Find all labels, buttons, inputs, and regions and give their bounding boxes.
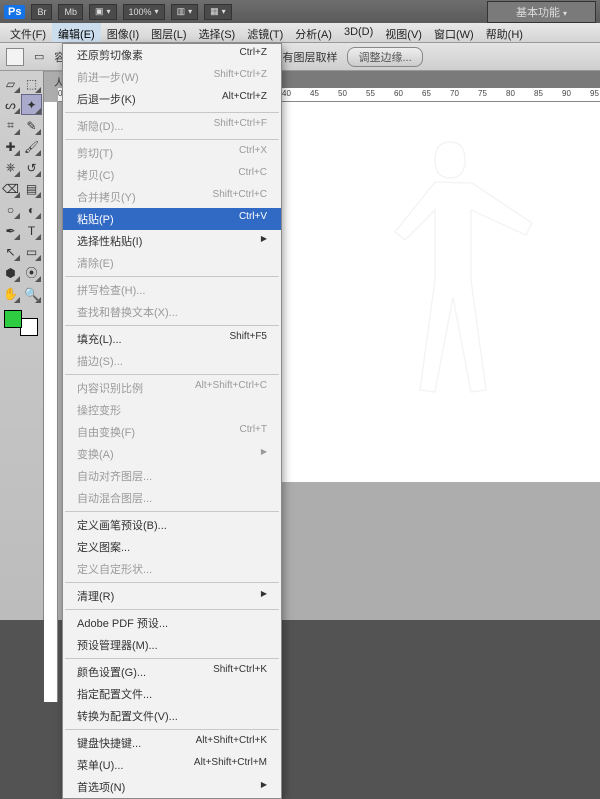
menu-9[interactable]: 窗口(W) xyxy=(428,23,480,42)
ruler-mark: 75 xyxy=(478,89,487,98)
lasso-tool[interactable]: ᔕ xyxy=(0,94,21,115)
menu-7[interactable]: 3D(D) xyxy=(338,23,379,42)
arrange-dropdown[interactable]: ▥ xyxy=(171,4,199,20)
refine-edge-button[interactable]: 调整边缘... xyxy=(347,47,422,67)
menuitem-前进一步(W): 前进一步(W)Shift+Ctrl+Z xyxy=(63,66,281,88)
menu-8[interactable]: 视图(V) xyxy=(379,23,428,42)
menuitem-拷贝(C): 拷贝(C)Ctrl+C xyxy=(63,164,281,186)
menuitem-查找和替换文本(X)...: 查找和替换文本(X)... xyxy=(63,301,281,323)
menu-6[interactable]: 分析(A) xyxy=(289,23,338,42)
edit-menu-dropdown: 还原剪切像素Ctrl+Z前进一步(W)Shift+Ctrl+Z后退一步(K)Al… xyxy=(62,43,282,799)
title-bar: Ps Br Mb ▣ 100% ▥ ▦ 基本功能 xyxy=(0,0,600,23)
menu-4[interactable]: 选择(S) xyxy=(193,23,242,42)
menuitem-预设管理器(M)...[interactable]: 预设管理器(M)... xyxy=(63,634,281,656)
menuitem-首选项(N)[interactable]: 首选项(N) xyxy=(63,776,281,798)
tool-preset-icon[interactable] xyxy=(6,48,24,66)
menu-5[interactable]: 滤镜(T) xyxy=(241,23,289,42)
menuitem-粘贴(P)[interactable]: 粘贴(P)Ctrl+V xyxy=(63,208,281,230)
zoom-dropdown[interactable]: 100% xyxy=(123,4,165,20)
stamp-tool[interactable]: ⎈ xyxy=(0,157,21,178)
menu-3[interactable]: 图层(L) xyxy=(145,23,192,42)
toolbox: ▱⬚ᔕ✦⌗✎✚🖌⎈↺⌫▤○◐✒T↖▭⬢⦿✋🔍 xyxy=(0,71,44,620)
ruler-mark: 65 xyxy=(422,89,431,98)
menuitem-描边(S)...: 描边(S)... xyxy=(63,350,281,372)
menu-2[interactable]: 图像(I) xyxy=(101,23,145,42)
menuitem-填充(L)...[interactable]: 填充(L)...Shift+F5 xyxy=(63,328,281,350)
menuitem-自由变换(F): 自由变换(F)Ctrl+T xyxy=(63,421,281,443)
ruler-mark: 85 xyxy=(534,89,543,98)
ruler-mark: 50 xyxy=(338,89,347,98)
brush-tool[interactable]: 🖌 xyxy=(21,136,42,157)
menuitem-定义画笔预设(B)...[interactable]: 定义画笔预设(B)... xyxy=(63,514,281,536)
menuitem-选择性粘贴(I)[interactable]: 选择性粘贴(I) xyxy=(63,230,281,252)
shape-tool[interactable]: ▭ xyxy=(21,241,42,262)
history-tool[interactable]: ↺ xyxy=(21,157,42,178)
move-tool[interactable]: ▱ xyxy=(0,73,21,94)
menuitem-转换为配置文件(V)...[interactable]: 转换为配置文件(V)... xyxy=(63,705,281,727)
menuitem-指定配置文件...[interactable]: 指定配置文件... xyxy=(63,683,281,705)
menuitem-定义自定形状...: 定义自定形状... xyxy=(63,558,281,580)
menuitem-剪切(T): 剪切(T)Ctrl+X xyxy=(63,142,281,164)
heal-tool[interactable]: ✚ xyxy=(0,136,21,157)
menuitem-内容识别比例: 内容识别比例Alt+Shift+Ctrl+C xyxy=(63,377,281,399)
menuitem-后退一步(K)[interactable]: 后退一步(K)Alt+Ctrl+Z xyxy=(63,88,281,110)
dodge-tool[interactable]: ◐ xyxy=(21,199,42,220)
menuitem-Adobe PDF 预设...[interactable]: Adobe PDF 预设... xyxy=(63,612,281,634)
screenmode-dropdown[interactable]: ▣ xyxy=(89,4,117,20)
menu-0[interactable]: 文件(F) xyxy=(4,23,52,42)
menuitem-拼写检查(H)...: 拼写检查(H)... xyxy=(63,279,281,301)
menuitem-菜单(U)...[interactable]: 菜单(U)...Alt+Shift+Ctrl+M xyxy=(63,754,281,776)
eyedrop-tool[interactable]: ✎ xyxy=(21,115,42,136)
type-tool[interactable]: T xyxy=(21,220,42,241)
ruler-mark: 80 xyxy=(506,89,515,98)
3dcam-tool[interactable]: ⦿ xyxy=(21,262,42,283)
new-selection-icon[interactable]: ▭ xyxy=(34,50,44,63)
ruler-mark: 60 xyxy=(394,89,403,98)
canvas[interactable] xyxy=(280,102,600,482)
ruler-mark: 70 xyxy=(450,89,459,98)
menuitem-渐隐(D)...: 渐隐(D)...Shift+Ctrl+F xyxy=(63,115,281,137)
bridge-button[interactable]: Br xyxy=(31,4,52,20)
ps-logo: Ps xyxy=(4,5,25,19)
eraser-tool[interactable]: ⌫ xyxy=(0,178,21,199)
minibridge-button[interactable]: Mb xyxy=(58,4,83,20)
ruler-vertical xyxy=(44,102,58,702)
menuitem-键盘快捷键...[interactable]: 键盘快捷键...Alt+Shift+Ctrl+K xyxy=(63,732,281,754)
ruler-mark: 45 xyxy=(310,89,319,98)
menuitem-清理(R)[interactable]: 清理(R) xyxy=(63,585,281,607)
extras-dropdown[interactable]: ▦ xyxy=(204,4,232,20)
menuitem-变换(A): 变换(A) xyxy=(63,443,281,465)
menuitem-合并拷贝(Y): 合并拷贝(Y)Shift+Ctrl+C xyxy=(63,186,281,208)
workspace-switcher[interactable]: 基本功能 xyxy=(487,1,596,23)
ruler-mark: 90 xyxy=(562,89,571,98)
menuitem-操控变形: 操控变形 xyxy=(63,399,281,421)
menuitem-定义图案...[interactable]: 定义图案... xyxy=(63,536,281,558)
wand-tool[interactable]: ✦ xyxy=(21,94,42,115)
menu-10[interactable]: 帮助(H) xyxy=(480,23,529,42)
ruler-mark: 95 xyxy=(590,89,599,98)
ruler-mark: 40 xyxy=(282,89,291,98)
menu-bar: 文件(F)编辑(E)图像(I)图层(L)选择(S)滤镜(T)分析(A)3D(D)… xyxy=(0,23,600,43)
color-swatches[interactable] xyxy=(2,308,40,338)
gradient-tool[interactable]: ▤ xyxy=(21,178,42,199)
menuitem-还原剪切像素[interactable]: 还原剪切像素Ctrl+Z xyxy=(63,44,281,66)
hand-tool[interactable]: ✋ xyxy=(0,283,21,304)
3d-tool[interactable]: ⬢ xyxy=(0,262,21,283)
crop-tool[interactable]: ⌗ xyxy=(0,115,21,136)
menuitem-颜色设置(G)...[interactable]: 颜色设置(G)...Shift+Ctrl+K xyxy=(63,661,281,683)
menuitem-清除(E): 清除(E) xyxy=(63,252,281,274)
menuitem-自动混合图层...: 自动混合图层... xyxy=(63,487,281,509)
pen-tool[interactable]: ✒ xyxy=(0,220,21,241)
blur-tool[interactable]: ○ xyxy=(0,199,21,220)
menuitem-自动对齐图层...: 自动对齐图层... xyxy=(63,465,281,487)
figure-outline xyxy=(340,122,560,442)
path-tool[interactable]: ↖ xyxy=(0,241,21,262)
marquee-tool[interactable]: ⬚ xyxy=(21,73,42,94)
zoom-tool[interactable]: 🔍 xyxy=(21,283,42,304)
menu-1[interactable]: 编辑(E) xyxy=(52,23,101,42)
ruler-mark: 55 xyxy=(366,89,375,98)
